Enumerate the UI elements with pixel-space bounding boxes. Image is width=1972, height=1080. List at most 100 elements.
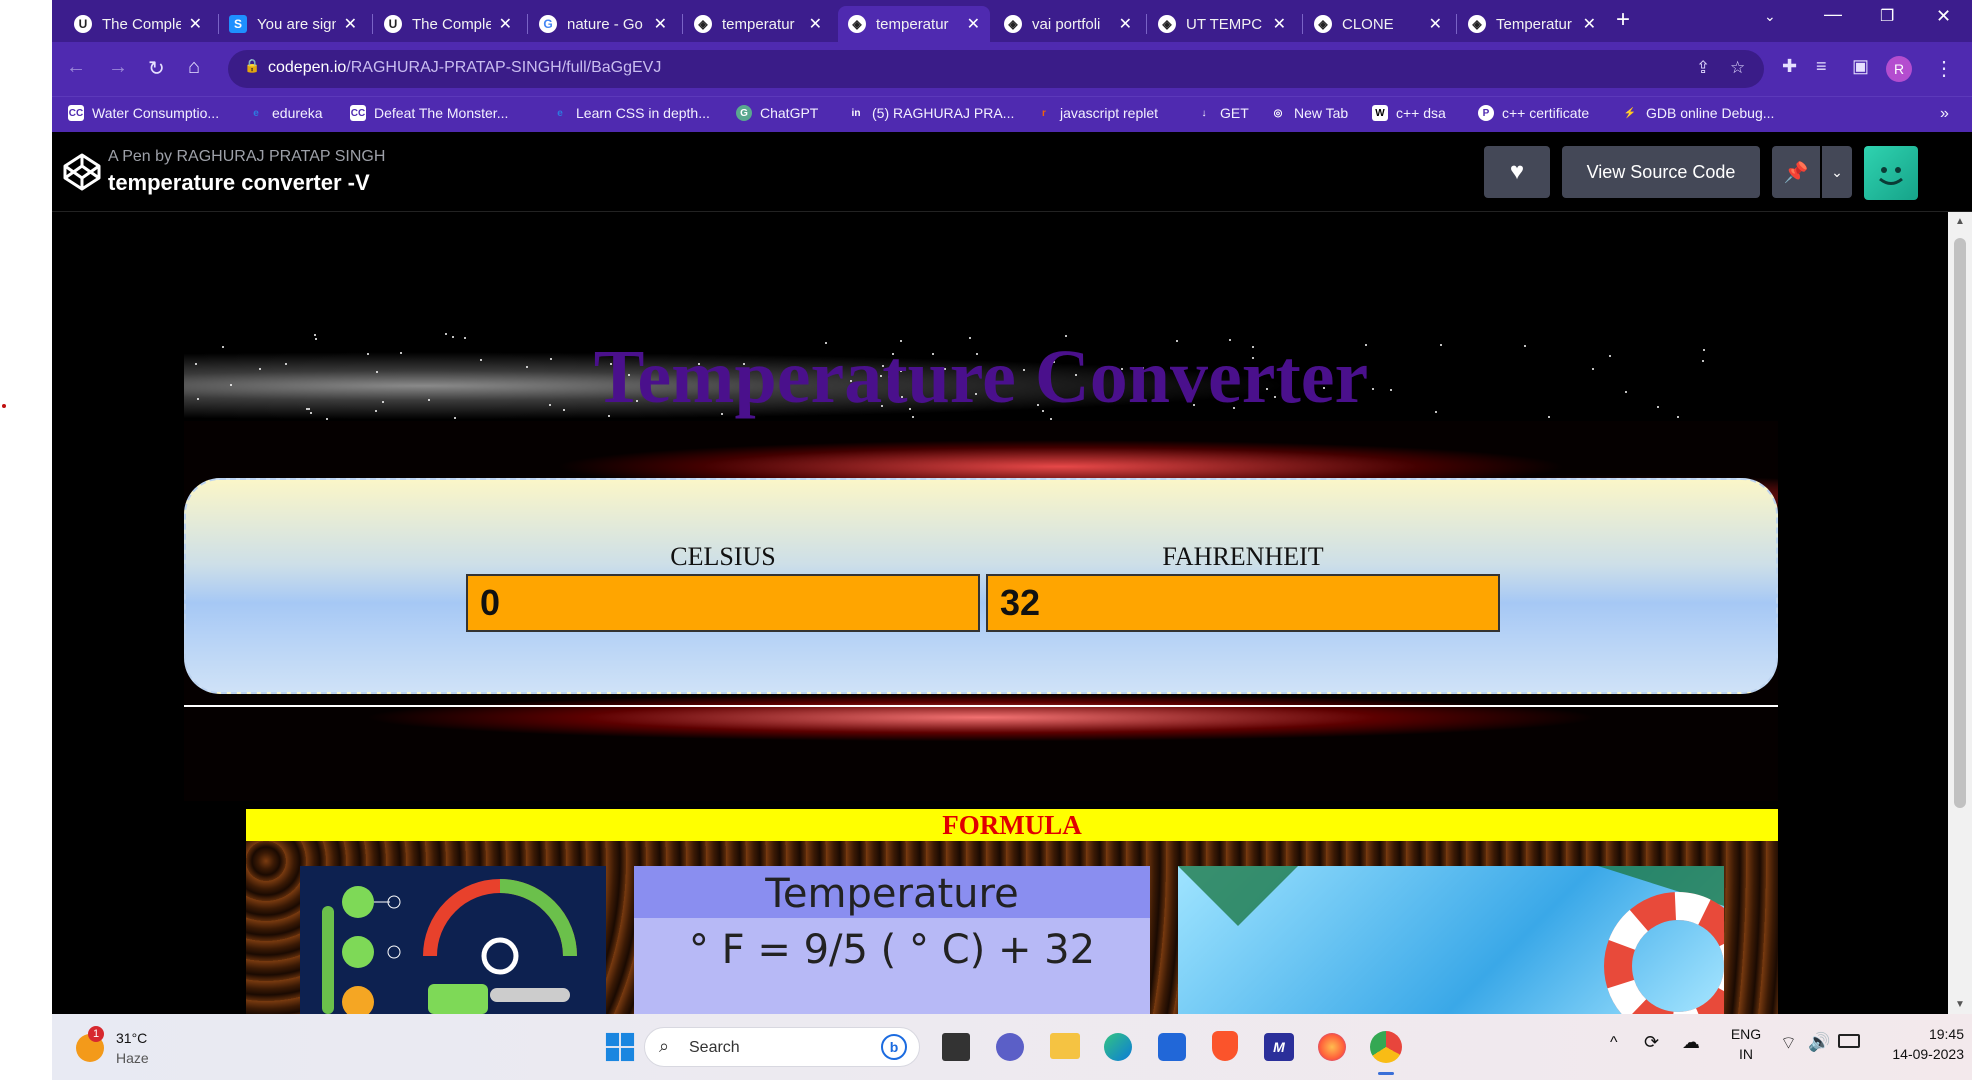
more-bookmarks-icon[interactable]: »	[1940, 105, 1949, 123]
back-icon[interactable]: ←	[66, 56, 86, 79]
tab[interactable]: ◈ UT TEMPC ✕	[1148, 6, 1296, 42]
address-bar[interactable]: 🔒 codepen.io/RAGHURAJ-PRATAP-SINGH/full/…	[228, 50, 1764, 88]
restore-icon[interactable]: ❐	[1880, 6, 1894, 26]
clock-date[interactable]: 14-09-2023	[1874, 1046, 1964, 1062]
bookmark-label: edureka	[272, 105, 323, 121]
page-scrollbar[interactable]: ▲ ▼	[1948, 212, 1972, 1014]
chrome-icon[interactable]	[1370, 1031, 1402, 1063]
new-tab-icon[interactable]: +	[1616, 6, 1630, 34]
bookmark-label: Water Consumptio...	[92, 105, 220, 121]
bookmark-item[interactable]: ⚡ GDB online Debug...	[1622, 105, 1775, 121]
profile-avatar[interactable]: R	[1886, 56, 1912, 82]
tab-active[interactable]: ◈ temperatur ✕	[838, 6, 990, 42]
tab[interactable]: ◈ temperatur ✕	[684, 6, 832, 42]
minimize-icon[interactable]: —	[1824, 4, 1842, 25]
language-top[interactable]: ENG	[1728, 1026, 1764, 1042]
extensions-icon[interactable]: ✚	[1782, 56, 1797, 77]
pin-button[interactable]: 📌	[1772, 146, 1820, 198]
store-icon[interactable]	[1158, 1033, 1186, 1061]
language-bottom[interactable]: IN	[1728, 1046, 1764, 1062]
codepen-icon: ◈	[1158, 15, 1176, 33]
bookmark-item[interactable]: e edureka	[248, 105, 323, 121]
lock-icon[interactable]: 🔒	[244, 58, 260, 74]
formula-heading: FORMULA	[246, 809, 1778, 841]
teams-icon[interactable]	[996, 1033, 1024, 1061]
forward-icon[interactable]: →	[108, 56, 128, 79]
view-source-button[interactable]: View Source Code	[1562, 146, 1760, 198]
fahrenheit-input[interactable]: 32	[986, 574, 1500, 632]
heart-button[interactable]: ♥	[1484, 146, 1550, 198]
scroll-down-icon[interactable]: ▼	[1955, 999, 1965, 1010]
scrollbar-thumb[interactable]	[1954, 238, 1966, 808]
vscode-like-icon[interactable]: M	[1264, 1033, 1294, 1061]
bookmark-item[interactable]: Wc++ dsa	[1372, 105, 1446, 121]
close-icon[interactable]: ✕	[967, 14, 980, 34]
volume-icon[interactable]: 🔊	[1808, 1032, 1830, 1053]
replit-icon: r	[1042, 107, 1046, 119]
bookmark-item[interactable]: G ChatGPT	[736, 105, 818, 121]
close-icon[interactable]: ✕	[189, 14, 202, 34]
side-panel-icon[interactable]: ▣	[1852, 56, 1869, 77]
tab[interactable]: ◈ vai portfoli ✕	[994, 6, 1142, 42]
wifi-icon[interactable]: ⌔	[1780, 1032, 1797, 1055]
close-icon[interactable]: ✕	[1273, 14, 1286, 34]
close-icon[interactable]: ✕	[809, 14, 822, 34]
close-icon[interactable]: ✕	[1429, 14, 1442, 34]
reload-icon[interactable]: ↻	[148, 56, 165, 81]
bookmark-item[interactable]: e Learn CSS in depth...	[552, 105, 710, 121]
close-icon[interactable]: ✕	[1583, 14, 1596, 34]
bookmark-item[interactable]: ↓ GET	[1196, 105, 1249, 121]
taskbar-search[interactable]: ⌕ Search b	[644, 1027, 920, 1067]
pen-author[interactable]: A Pen by RAGHURAJ PRATAP SINGH	[108, 148, 385, 166]
task-view-icon[interactable]	[942, 1033, 970, 1061]
bookmark-item[interactable]: CC Water Consumptio...	[68, 105, 219, 121]
celsius-input[interactable]: 0	[466, 574, 980, 632]
chevron-down-icon[interactable]: ⌄	[1764, 8, 1776, 25]
start-icon[interactable]	[604, 1031, 636, 1063]
google-icon: G	[539, 15, 557, 33]
bookmark-item[interactable]: r javascript replet	[1036, 105, 1158, 121]
tab[interactable]: ◈ CLONE ✕	[1304, 6, 1452, 42]
tab[interactable]: Gnature - Go ✕	[529, 6, 677, 42]
sync-icon[interactable]: ⟳	[1644, 1032, 1659, 1053]
clock-time[interactable]: 19:45	[1884, 1026, 1964, 1042]
media-icon[interactable]: ≡	[1816, 56, 1827, 77]
search-icon: ⌕	[659, 1036, 670, 1056]
battery-icon[interactable]	[1838, 1034, 1860, 1048]
weather-temp[interactable]: 31°C	[116, 1030, 147, 1046]
codepen-icon: ◈	[848, 15, 866, 33]
bookmark-item[interactable]: CC Defeat The Monster...	[350, 105, 508, 121]
chevron-up-icon[interactable]: ^	[1610, 1034, 1618, 1052]
close-icon[interactable]: ✕	[1119, 14, 1132, 34]
user-avatar[interactable]	[1864, 146, 1918, 200]
pin-dropdown-button[interactable]: ⌄	[1822, 146, 1852, 198]
firefox-icon[interactable]	[1318, 1033, 1346, 1061]
cloud-off-icon[interactable]: ☁	[1682, 1032, 1700, 1053]
bookmark-item[interactable]: Pc++ certificate	[1478, 105, 1589, 121]
brave-icon[interactable]	[1212, 1031, 1238, 1061]
tab[interactable]: ◈ Temperatur ✕	[1458, 6, 1606, 42]
star-icon[interactable]: ☆	[1730, 58, 1745, 78]
screen: U The Comple ✕ S You are sign ✕ U The Comple ✕…	[52, 0, 1972, 1080]
close-window-icon[interactable]: ✕	[1936, 6, 1951, 27]
tab[interactable]: S You are sign ✕	[219, 6, 367, 42]
menu-icon[interactable]: ⋮	[1934, 56, 1954, 81]
share-icon[interactable]: ⇪	[1696, 58, 1710, 78]
bookmark-item[interactable]: in (5) RAGHURAJ PRA...	[848, 105, 1015, 121]
tab[interactable]: U The Comple ✕	[374, 6, 522, 42]
close-icon[interactable]: ✕	[654, 14, 667, 34]
file-explorer-icon[interactable]	[1050, 1033, 1080, 1059]
scroll-up-icon[interactable]: ▲	[1955, 216, 1965, 227]
codepen-logo-icon[interactable]	[62, 152, 102, 192]
bing-icon[interactable]: b	[881, 1034, 907, 1060]
tab[interactable]: U The Comple ✕	[64, 6, 212, 42]
tab-title: temperatur	[722, 15, 795, 33]
edge-icon[interactable]	[1104, 1033, 1132, 1061]
bookmark-item[interactable]: ◎ New Tab	[1270, 105, 1349, 121]
close-icon[interactable]: ✕	[344, 14, 357, 34]
home-icon[interactable]: ⌂	[188, 56, 200, 79]
weather-desc[interactable]: Haze	[116, 1050, 149, 1066]
margin-dot	[2, 404, 6, 408]
close-icon[interactable]: ✕	[499, 14, 512, 34]
url-host: codepen.io	[268, 59, 347, 76]
